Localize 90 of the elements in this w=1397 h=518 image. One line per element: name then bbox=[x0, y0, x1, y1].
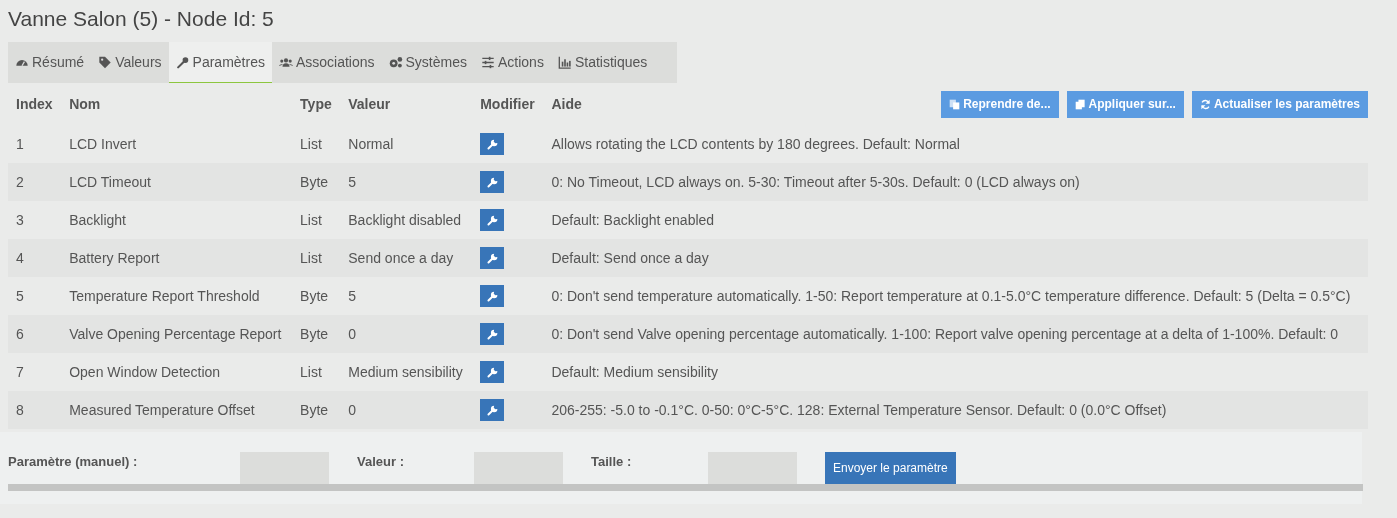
field-label: Paramètre (manuel) : bbox=[8, 453, 139, 469]
table-cell: 8 bbox=[8, 391, 62, 429]
wrench-icon bbox=[175, 55, 190, 69]
column-header: Nom bbox=[68, 95, 102, 114]
table-cell: 6 bbox=[8, 315, 62, 353]
table-cell: 0: Don't send Valve opening percentage automatically. 1-100: Report valve opening percentage at a delta of 1-100%. Default: 0 bbox=[543, 315, 1368, 353]
table-cell: 3 bbox=[8, 201, 62, 239]
column-header: Valeur bbox=[347, 95, 392, 114]
wrench-icon bbox=[485, 175, 499, 189]
edit-button[interactable] bbox=[480, 323, 505, 345]
send-button[interactable]: Envoyer le paramètre bbox=[825, 452, 956, 484]
users-icon bbox=[278, 55, 293, 69]
tab[interactable]: Actions bbox=[474, 42, 551, 83]
column-header: Index bbox=[15, 95, 54, 114]
chart-icon bbox=[557, 55, 572, 69]
table-cell: Default: Send once a day bbox=[543, 239, 1368, 277]
page-title: Vanne Salon (5) - Node Id: 5 bbox=[8, 6, 275, 32]
files-icon bbox=[1074, 98, 1086, 110]
gears-icon bbox=[388, 55, 403, 69]
scrollbar[interactable] bbox=[8, 484, 1363, 491]
table-cell: List bbox=[292, 239, 341, 277]
table-cell: Send once a day bbox=[340, 239, 473, 277]
table-cell: 0: No Timeout, LCD always on. 5-30: Timeout after 5-30s. Default: 0 (LCD always on) bbox=[543, 163, 1368, 201]
column-header: Modifier bbox=[479, 95, 536, 114]
wrench-icon bbox=[485, 365, 499, 379]
table-cell: Default: Medium sensibility bbox=[543, 353, 1368, 391]
table-cell: Default: Backlight enabled bbox=[543, 201, 1368, 239]
table-cell: 1 bbox=[8, 125, 62, 163]
table-cell: Backlight bbox=[61, 201, 293, 239]
column-header: Type bbox=[299, 95, 333, 114]
table-cell: List bbox=[292, 125, 341, 163]
header-button[interactable]: Actualiser les paramètres bbox=[1191, 90, 1368, 118]
copy-icon bbox=[949, 98, 961, 110]
tab[interactable]: Statistiques bbox=[550, 42, 655, 83]
field-label: Valeur : bbox=[357, 453, 405, 469]
table-cell: 5 bbox=[340, 163, 473, 201]
table-cell: 0 bbox=[340, 391, 473, 429]
table-cell: Byte bbox=[292, 315, 341, 353]
wrench-icon bbox=[485, 137, 499, 151]
table-cell: Valve Opening Percentage Report bbox=[61, 315, 293, 353]
tab[interactable]: Paramètres bbox=[168, 42, 272, 83]
wrench-icon bbox=[485, 403, 499, 417]
table-cell: LCD Invert bbox=[61, 125, 293, 163]
tab[interactable]: Résumé bbox=[8, 42, 92, 83]
field-label: Taille : bbox=[591, 453, 633, 469]
header-button[interactable]: Reprendre de... bbox=[941, 90, 1059, 118]
table-cell: Measured Temperature Offset bbox=[61, 391, 293, 429]
table-cell: List bbox=[292, 201, 341, 239]
edit-button[interactable] bbox=[480, 399, 505, 421]
sliders-icon bbox=[481, 55, 495, 69]
table-cell: 7 bbox=[8, 353, 62, 391]
table-cell: Backlight disabled bbox=[340, 201, 473, 239]
table-cell: 0 bbox=[340, 315, 473, 353]
table-cell: LCD Timeout bbox=[61, 163, 293, 201]
table-cell: Byte bbox=[292, 277, 341, 315]
table-cell: Byte bbox=[292, 163, 341, 201]
column-header: Aide bbox=[551, 96, 582, 112]
input-field[interactable] bbox=[240, 452, 329, 484]
table-cell: 5 bbox=[340, 277, 473, 315]
edit-button[interactable] bbox=[480, 171, 505, 193]
tag-icon bbox=[98, 55, 113, 69]
tab[interactable]: Valeurs bbox=[91, 42, 169, 83]
table-cell: Open Window Detection bbox=[61, 353, 293, 391]
table-cell: Normal bbox=[340, 125, 473, 163]
tab[interactable]: Associations bbox=[271, 42, 382, 83]
table-cell: List bbox=[292, 353, 341, 391]
edit-button[interactable] bbox=[480, 361, 505, 383]
edit-button[interactable] bbox=[480, 285, 505, 307]
wrench-icon bbox=[485, 213, 499, 227]
table-cell: 4 bbox=[8, 239, 62, 277]
wrench-icon bbox=[485, 251, 499, 265]
table-cell: Temperature Report Threshold bbox=[61, 277, 293, 315]
wrench-icon bbox=[485, 289, 499, 303]
table-cell: Medium sensibility bbox=[340, 353, 473, 391]
input-field[interactable] bbox=[474, 452, 563, 484]
input-field[interactable] bbox=[708, 452, 797, 484]
edit-button[interactable] bbox=[480, 209, 505, 231]
table-cell: 206-255: -5.0 to -0.1°C. 0-50: 0°C-5°C. 128: External Temperature Sensor. Default: 0 (0.0°C Offset) bbox=[543, 391, 1368, 429]
tab[interactable]: Systèmes bbox=[381, 42, 474, 83]
table-cell: 5 bbox=[8, 277, 62, 315]
header-button[interactable]: Appliquer sur... bbox=[1066, 90, 1184, 118]
table-cell: Byte bbox=[292, 391, 341, 429]
table-cell: 0: Don't send temperature automatically. 1-50: Report temperature at 0.1-5.0°C temperature difference. Default: 5 (Delta = 0.5°C) bbox=[543, 277, 1368, 315]
wrench-icon bbox=[485, 327, 499, 341]
edit-button[interactable] bbox=[480, 133, 505, 155]
refresh-icon bbox=[1199, 98, 1211, 110]
edit-button[interactable] bbox=[480, 247, 505, 269]
table-cell: 2 bbox=[8, 163, 62, 201]
table-cell: Battery Report bbox=[61, 239, 293, 277]
table-cell: Allows rotating the LCD contents by 180 degrees. Default: Normal bbox=[543, 125, 1368, 163]
